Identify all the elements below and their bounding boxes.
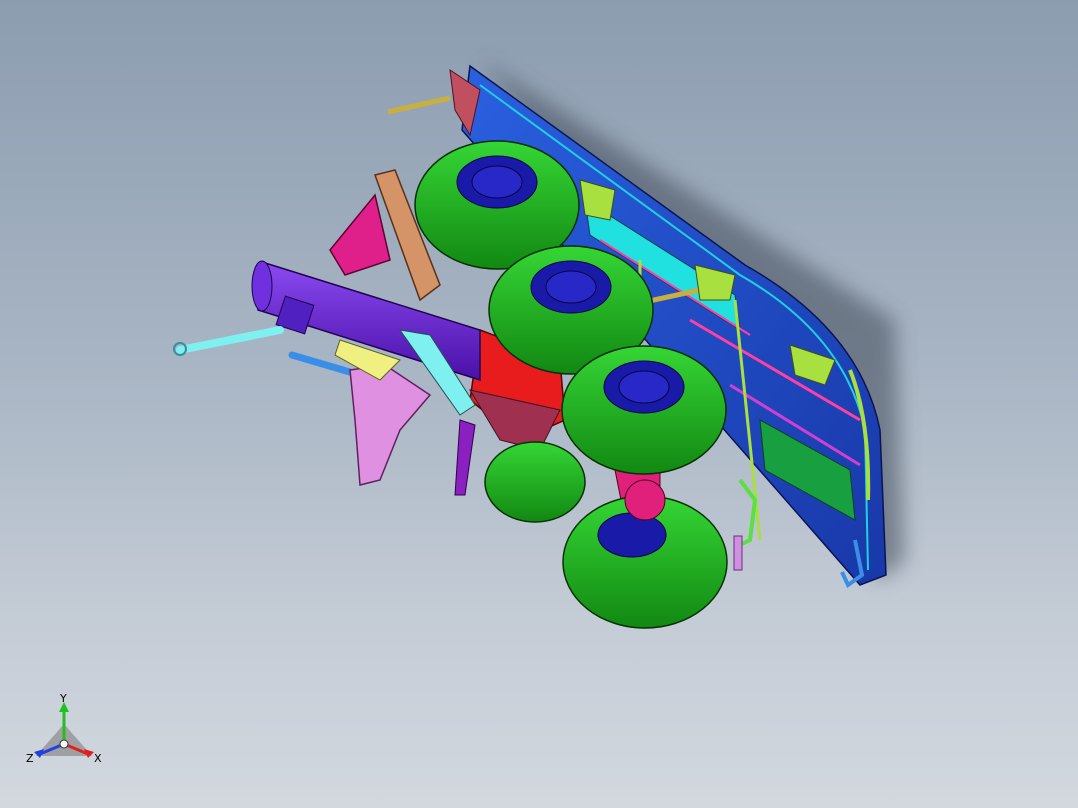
tire-front-lower[interactable] — [562, 479, 728, 629]
z-axis-label: Z — [26, 752, 34, 765]
landing-gear-bay-model[interactable] — [0, 0, 1078, 808]
x-axis-label: X — [94, 752, 102, 765]
actuator-rod[interactable] — [173, 326, 364, 379]
cad-viewport[interactable]: Y X Z — [0, 0, 1078, 808]
y-axis-label: Y — [59, 694, 67, 705]
tire-front-upper[interactable] — [561, 345, 727, 475]
view-orientation-triad: Y X Z — [26, 694, 102, 765]
tire-rear-bottom[interactable] — [484, 441, 586, 523]
